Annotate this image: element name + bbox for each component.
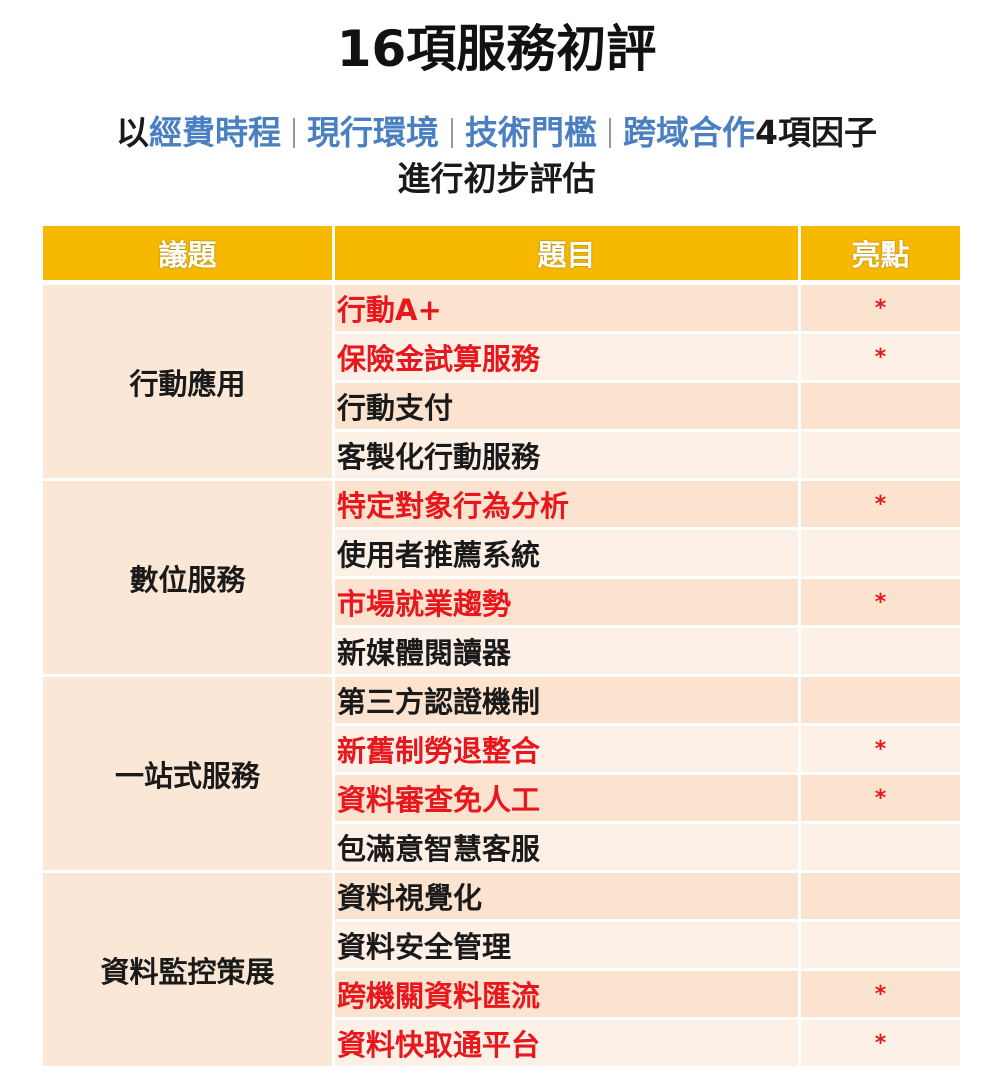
- factor-cross-domain: 跨域合作: [623, 113, 756, 152]
- topic-cell: 新舊制勞退整合: [332, 723, 801, 775]
- highlight-star-icon: *: [798, 576, 963, 628]
- topic-cell: 資料視覺化: [332, 870, 801, 922]
- factor-technical-threshold: 技術門檻: [465, 113, 598, 152]
- highlight-cell-empty: [798, 674, 963, 726]
- header-highlight: 亮點: [798, 226, 963, 283]
- highlight-cell-empty: [798, 625, 963, 677]
- issue-cell: 行動應用: [40, 281, 335, 481]
- header-topic: 題目: [332, 226, 801, 283]
- table-body: 行動應用 行動A+ * 保險金試算服務 * 行動支付 客製化行動服務 數位服務 特定對象行為分析…: [40, 281, 963, 1069]
- separator: [451, 118, 454, 148]
- topic-cell: 行動A+: [332, 281, 801, 334]
- subtitle-line-2: 進行初步評估: [397, 159, 596, 198]
- factor-current-environment: 現行環境: [307, 113, 440, 152]
- topic-cell: 資料審查免人工: [332, 772, 801, 824]
- highlight-star-icon: *: [798, 772, 963, 824]
- topic-cell: 包滿意智慧客服: [332, 821, 801, 873]
- header-issue: 議題: [40, 226, 335, 283]
- highlight-star-icon: *: [798, 968, 963, 1020]
- topic-cell: 第三方認證機制: [332, 674, 801, 726]
- topic-cell: 客製化行動服務: [332, 429, 801, 481]
- highlight-cell-empty: [798, 380, 963, 432]
- separator: [293, 118, 296, 148]
- highlight-star-icon: *: [798, 331, 963, 383]
- topic-cell: 特定對象行為分析: [332, 478, 801, 530]
- highlight-cell-empty: [798, 429, 963, 481]
- topic-cell: 市場就業趨勢: [332, 576, 801, 628]
- page-title: 16項服務初評: [336, 20, 657, 78]
- table-row: 一站式服務 第三方認證機制: [40, 674, 963, 873]
- highlight-star-icon: *: [798, 1017, 963, 1069]
- issue-cell: 數位服務: [40, 478, 335, 677]
- table-row: 數位服務 特定對象行為分析 *: [40, 478, 963, 677]
- issue-cell: 一站式服務: [40, 674, 335, 873]
- highlight-star-icon: *: [798, 723, 963, 775]
- highlight-star-icon: *: [798, 478, 963, 530]
- topic-cell: 資料安全管理: [332, 919, 801, 971]
- topic-cell: 行動支付: [332, 380, 801, 432]
- subtitle-line-1: 以經費時程 現行環境 技術門檻 跨域合作4項因子: [0, 110, 993, 156]
- topic-cell: 新媒體閱讀器: [332, 625, 801, 677]
- highlight-cell-empty: [798, 527, 963, 579]
- topic-cell: 保險金試算服務: [332, 331, 801, 383]
- topic-cell: 跨機關資料匯流: [332, 968, 801, 1020]
- table-row: 資料監控策展 資料視覺化: [40, 870, 963, 1069]
- highlight-star-icon: *: [798, 281, 963, 334]
- subtitle-suffix: 4項因子: [755, 113, 877, 152]
- topic-cell: 資料快取通平台: [332, 1017, 801, 1069]
- highlight-cell-empty: [798, 821, 963, 873]
- issue-cell: 資料監控策展: [40, 870, 335, 1069]
- subtitle: 以經費時程 現行環境 技術門檻 跨域合作4項因子 進行初步評估: [0, 110, 993, 202]
- highlight-cell-empty: [798, 919, 963, 971]
- topics-table: 議題 題目 亮點 行動應用 行動A+ * 保險金試算服務 * 行動支付 客製化行動服務 數位服…: [40, 226, 963, 1069]
- topic-cell: 使用者推薦系統: [332, 527, 801, 579]
- table-row: 行動應用 行動A+ *: [40, 281, 963, 481]
- separator: [609, 118, 612, 148]
- table-header-row: 議題 題目 亮點: [40, 226, 963, 283]
- factor-budget-schedule: 經費時程: [149, 113, 282, 152]
- highlight-cell-empty: [798, 870, 963, 922]
- subtitle-prefix: 以: [116, 113, 150, 152]
